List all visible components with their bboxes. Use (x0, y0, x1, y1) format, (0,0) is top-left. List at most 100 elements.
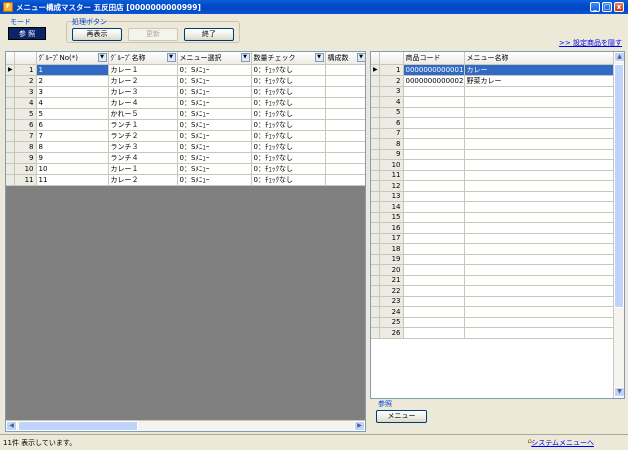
cell-menu-name[interactable] (464, 233, 615, 244)
cell-group-name[interactable]: カレー１ (108, 64, 178, 76)
cell-product-code[interactable] (403, 117, 465, 129)
cell-qty-check[interactable]: 0：ﾁｪｯｸなし (251, 152, 326, 164)
cell-menu-name[interactable] (464, 275, 615, 286)
cell-group-name[interactable]: かれー５ (108, 108, 178, 120)
table-row[interactable]: 12 (371, 180, 615, 192)
cell-product-code[interactable] (403, 86, 465, 97)
minimize-button[interactable]: _ (590, 2, 600, 12)
cell-menu-name[interactable] (464, 170, 615, 181)
cell-product-code[interactable] (403, 306, 465, 318)
table-row[interactable]: ▶ 1 1 カレー１ 0：Sﾒﾆｭｰ 0：ﾁｪｯｸなし (6, 64, 365, 76)
table-row[interactable]: 11 11 カレー２ 0：Sﾒﾆｭｰ 0：ﾁｪｯｸなし (6, 174, 365, 186)
cell-product-code[interactable] (403, 275, 465, 286)
table-row[interactable]: ▶ 1 0000000000001 カレー (371, 64, 615, 76)
scroll-thumb[interactable] (18, 421, 138, 431)
filter-dropdown-icon[interactable]: ▼ (240, 53, 250, 62)
cell-product-code[interactable] (403, 212, 465, 223)
cell-product-code[interactable] (403, 285, 465, 297)
cell-qty-check[interactable]: 0：ﾁｪｯｸなし (251, 174, 326, 186)
table-row[interactable]: 4 (371, 96, 615, 108)
cell-menu-name[interactable] (464, 96, 615, 108)
close-button[interactable]: x (614, 2, 624, 12)
cell-product-code[interactable] (403, 222, 465, 234)
group-grid[interactable]: ｸﾞﾙｰﾌﾟNo(*) ▼ ｸﾞﾙｰﾌﾟ名称 ▼ メニュー選択 ▼ 数量チェック ▼ 構… (5, 51, 366, 432)
cell-composition[interactable] (325, 174, 365, 186)
cell-menu-name[interactable] (464, 149, 615, 160)
cell-menu-select[interactable]: 0：Sﾒﾆｭｰ (177, 130, 252, 142)
cell-composition[interactable] (325, 75, 365, 87)
cell-group-no[interactable]: 8 (36, 141, 109, 153)
cell-menu-name[interactable] (464, 212, 615, 223)
table-row[interactable]: 6 (371, 117, 615, 129)
cell-group-name[interactable]: カレー２ (108, 174, 178, 186)
cell-qty-check[interactable]: 0：ﾁｪｯｸなし (251, 141, 326, 153)
filter-dropdown-icon[interactable]: ▼ (314, 53, 324, 62)
cell-menu-select[interactable]: 0：Sﾒﾆｭｰ (177, 174, 252, 186)
cell-menu-name[interactable] (464, 254, 615, 265)
cell-group-no[interactable]: 5 (36, 108, 109, 120)
table-row[interactable]: 6 6 ランチ１ 0：Sﾒﾆｭｰ 0：ﾁｪｯｸなし (6, 119, 365, 131)
cell-product-code[interactable] (403, 96, 465, 108)
cell-qty-check[interactable]: 0：ﾁｪｯｸなし (251, 119, 326, 131)
scroll-left-icon[interactable]: ◀ (6, 421, 17, 431)
cell-composition[interactable] (325, 108, 365, 120)
table-row[interactable]: 16 (371, 222, 615, 234)
cell-menu-name[interactable] (464, 306, 615, 318)
cell-group-name[interactable]: ランチ１ (108, 119, 178, 131)
hide-set-items-link[interactable]: >> 設定商品を隠す (559, 38, 622, 48)
cell-menu-name[interactable]: カレー (464, 64, 615, 76)
cell-qty-check[interactable]: 0：ﾁｪｯｸなし (251, 108, 326, 120)
vertical-scrollbar[interactable]: ▲ ▼ (613, 52, 624, 398)
cell-menu-select[interactable]: 0：Sﾒﾆｭｰ (177, 152, 252, 164)
cell-group-no[interactable]: 2 (36, 75, 109, 87)
cell-menu-name[interactable] (464, 201, 615, 213)
cell-group-name[interactable]: カレー３ (108, 86, 178, 98)
cell-menu-name[interactable] (464, 222, 615, 234)
table-row[interactable]: 5 (371, 107, 615, 118)
table-row[interactable]: 10 (371, 159, 615, 171)
cell-menu-name[interactable] (464, 138, 615, 150)
refresh-button[interactable]: 再表示 (72, 28, 122, 41)
cell-group-name[interactable]: カレー１ (108, 163, 178, 175)
table-row[interactable]: 3 3 カレー３ 0：Sﾒﾆｭｰ 0：ﾁｪｯｸなし (6, 86, 365, 98)
cell-product-code[interactable] (403, 128, 465, 139)
table-row[interactable]: 4 4 カレー４ 0：Sﾒﾆｭｰ 0：ﾁｪｯｸなし (6, 97, 365, 109)
cell-group-no[interactable]: 9 (36, 152, 109, 164)
cell-group-no[interactable]: 1 (36, 64, 109, 76)
cell-menu-name[interactable] (464, 285, 615, 297)
table-row[interactable]: 11 (371, 170, 615, 181)
cell-menu-select[interactable]: 0：Sﾒﾆｭｰ (177, 64, 252, 76)
cell-product-code[interactable]: 0000000000001 (403, 64, 465, 76)
horizontal-scrollbar[interactable]: ◀ ▶ (6, 420, 365, 431)
table-row[interactable]: 7 7 ランチ２ 0：Sﾒﾆｭｰ 0：ﾁｪｯｸなし (6, 130, 365, 142)
cell-menu-select[interactable]: 0：Sﾒﾆｭｰ (177, 119, 252, 131)
cell-group-no[interactable]: 7 (36, 130, 109, 142)
cell-composition[interactable] (325, 64, 365, 76)
cell-menu-name[interactable] (464, 191, 615, 202)
cell-product-code[interactable] (403, 191, 465, 202)
table-row[interactable]: 24 (371, 306, 615, 318)
cell-product-code[interactable] (403, 180, 465, 192)
cell-group-name[interactable]: ランチ２ (108, 130, 178, 142)
cell-product-code[interactable] (403, 107, 465, 118)
cell-menu-name[interactable] (464, 327, 615, 339)
cell-menu-select[interactable]: 0：Sﾒﾆｭｰ (177, 108, 252, 120)
cell-menu-name[interactable]: 野菜カレー (464, 75, 615, 87)
cell-qty-check[interactable]: 0：ﾁｪｯｸなし (251, 75, 326, 87)
cell-menu-name[interactable] (464, 107, 615, 118)
table-row[interactable]: 8 (371, 138, 615, 150)
system-menu-link[interactable]: システムメニューへ (531, 438, 594, 448)
cell-group-no[interactable]: 3 (36, 86, 109, 98)
table-row[interactable]: 22 (371, 285, 615, 297)
cell-group-name[interactable]: カレー２ (108, 75, 178, 87)
filter-dropdown-icon[interactable]: ▼ (97, 53, 107, 62)
cell-product-code[interactable] (403, 243, 465, 255)
cell-composition[interactable] (325, 141, 365, 153)
cell-product-code[interactable] (403, 201, 465, 213)
cell-product-code[interactable] (403, 159, 465, 171)
cell-product-code[interactable] (403, 149, 465, 160)
table-row[interactable]: 26 (371, 327, 615, 339)
col-header-composition[interactable]: 構成数 ▼ (325, 52, 365, 65)
table-row[interactable]: 3 (371, 86, 615, 97)
col-header-menu-name[interactable]: メニュー名称 (464, 52, 615, 65)
